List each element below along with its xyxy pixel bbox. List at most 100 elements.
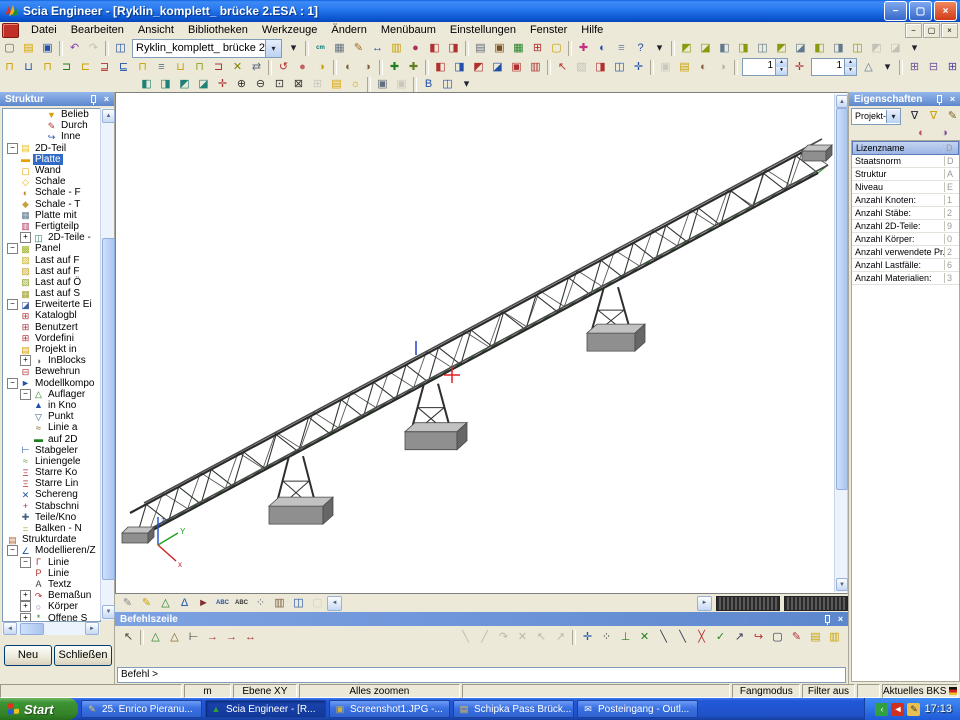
fixed-support-icon[interactable]: ⊢ (184, 629, 203, 646)
collapse-icon[interactable]: − (7, 299, 18, 310)
toolbar-scroll-left-icon[interactable]: ◄ (327, 596, 342, 611)
frame-window2-icon[interactable]: ◨ (444, 40, 463, 57)
property-row[interactable]: Anzahl Stäbe:2 (852, 207, 959, 220)
tool-icon[interactable]: ◫ (610, 59, 629, 76)
tree-item-auflager[interactable]: −△Auflager (3, 389, 100, 400)
tree-item-last-auf-f[interactable]: ▨Last auf F (3, 254, 100, 265)
hinge-icon[interactable]: △ (165, 629, 184, 646)
tree-item-in-kno[interactable]: ▲in Kno (3, 400, 100, 411)
copy-layout-icon[interactable]: ⊟ (924, 59, 943, 76)
close-panel-icon[interactable]: × (835, 614, 846, 625)
fe-element-icon[interactable]: ◩ (469, 59, 488, 76)
tree-item-platte[interactable]: ▬Platte (3, 154, 100, 165)
property-row[interactable]: Anzahl Knoten:1 (852, 194, 959, 207)
fe-element-icon[interactable]: ▣ (507, 59, 526, 76)
zoom-document-icon[interactable]: ◐ (593, 40, 612, 57)
wizard-icon[interactable]: ✚ (574, 40, 593, 57)
tree-item-durch[interactable]: ✎Durch (3, 120, 100, 131)
history-dropdown-icon[interactable]: ▾ (284, 40, 303, 57)
view-direction-icon[interactable]: ◧ (137, 76, 156, 92)
select-tool-icon[interactable]: ↖ (553, 59, 572, 76)
endpoint-snap-icon[interactable]: ╲ (654, 629, 673, 646)
tree-item-offene-s[interactable]: +*Offene S (3, 612, 100, 622)
tree-item-liniengele[interactable]: ≈Liniengele (3, 456, 100, 467)
scroll-down-icon[interactable]: ▼ (102, 605, 115, 619)
expand-icon[interactable]: + (20, 232, 31, 243)
collapse-icon[interactable]: − (7, 545, 18, 556)
support-icon[interactable]: △ (146, 629, 165, 646)
menu-hilfe[interactable]: Hilfe (574, 23, 610, 37)
member-tool-icon[interactable]: ⊓ (133, 59, 152, 76)
scroll-down-icon[interactable]: ▼ (836, 578, 848, 591)
light-icon[interactable]: ☼ (346, 76, 365, 92)
property-row[interactable]: Anzahl Materialien:3 (852, 272, 959, 285)
tree-item-last-auf-ö[interactable]: ▧Last auf Ö (3, 277, 100, 288)
snap-icon[interactable]: ↖ (532, 629, 551, 646)
tree-item-schereng[interactable]: ✕Schereng (3, 489, 100, 500)
property-row[interactable]: Anzahl 2D-Teile:9 (852, 220, 959, 233)
tree-item-inne[interactable]: ↪Inne (3, 131, 100, 142)
view-parameters-icon[interactable]: ◩ (867, 40, 886, 57)
arc-snap-icon[interactable]: ↪ (749, 629, 768, 646)
close-button[interactable]: × (934, 1, 957, 21)
member-tool-icon[interactable]: ✕ (228, 59, 247, 76)
mdi-minimize-button[interactable]: − (905, 23, 922, 38)
node-icon[interactable]: ● (293, 59, 312, 76)
picture-icon[interactable]: ▣ (490, 40, 509, 57)
help-icon[interactable]: ? (631, 40, 650, 57)
status-aktuelles-bks[interactable]: Aktuelles BKS (882, 684, 958, 698)
print-icon[interactable]: ▤ (471, 40, 490, 57)
rotate-view-icon[interactable]: ✛ (213, 76, 232, 92)
layer-spinner[interactable]: 1▲▼ (811, 58, 857, 76)
view-direction-icon[interactable]: ◩ (175, 76, 194, 92)
dropdown-icon[interactable]: ▾ (905, 40, 924, 57)
task-mail-icon[interactable]: ✉Posteingang - Outl... (577, 700, 698, 718)
plate-icon[interactable]: ◑ (312, 59, 331, 76)
support-display-icon[interactable]: △ (156, 595, 175, 612)
view-parameters-icon[interactable]: ◫ (753, 40, 772, 57)
scroll-left-icon[interactable]: ◄ (3, 622, 17, 635)
zoom-in-icon[interactable]: ⊕ (232, 76, 251, 92)
member-tool-icon[interactable]: ⊔ (171, 59, 190, 76)
frame-window-icon[interactable]: ◧ (425, 40, 444, 57)
list-icon[interactable]: ≡ (612, 40, 631, 57)
grid-snap-icon[interactable]: ⁘ (597, 629, 616, 646)
menu-ansicht[interactable]: Ansicht (131, 23, 181, 37)
collapse-icon[interactable]: − (20, 389, 31, 400)
status-fangmodus[interactable]: Fangmodus (732, 684, 800, 698)
tree-item-benutzert[interactable]: ⊞Benutzert (3, 322, 100, 333)
cross-snap-icon[interactable]: ╳ (692, 629, 711, 646)
toolbar-scroll-right-icon[interactable]: ► (697, 596, 712, 611)
filter-active-icon[interactable]: ∇ (924, 108, 943, 125)
snap-icon[interactable]: ↗ (551, 629, 570, 646)
check-snap-icon[interactable]: ✓ (711, 629, 730, 646)
paste-icon[interactable]: ▤ (675, 59, 694, 76)
new-doc-icon[interactable]: ▢ (547, 40, 566, 57)
tree-item-auf-2d[interactable]: ▬auf 2D (3, 433, 100, 444)
view-parameters-icon[interactable]: ◧ (810, 40, 829, 57)
document-icon[interactable]: ▥ (387, 40, 406, 57)
tree-item-last-auf-f[interactable]: ▨Last auf F (3, 266, 100, 277)
member-tool-icon[interactable]: ⊏ (76, 59, 95, 76)
label-display-icon[interactable]: ABC (213, 595, 232, 612)
tree-hscrollbar[interactable]: ◄ ► (2, 622, 100, 635)
expand-icon[interactable]: + (20, 613, 31, 622)
tree-item-punkt[interactable]: ▽Punkt (3, 411, 100, 422)
tree-item-wand[interactable]: ▢Wand (3, 165, 100, 176)
gallery-icon[interactable]: ▦ (509, 40, 528, 57)
donut-icon[interactable]: ● (406, 40, 425, 57)
collapse-icon[interactable]: − (7, 143, 18, 154)
member-tool-icon[interactable]: ⊓ (190, 59, 209, 76)
status-alles-zoomen[interactable]: Alles zoomen (299, 684, 460, 698)
menu-menbaum[interactable]: Menübaum (374, 23, 443, 37)
polygon-snap-icon[interactable]: ▢ (768, 629, 787, 646)
add-member-icon[interactable]: ✚ (404, 59, 423, 76)
view-direction-icon[interactable]: ◪ (194, 76, 213, 92)
tree-item-textz[interactable]: ATextz (3, 579, 100, 590)
eraser-icon[interactable]: ✎ (118, 595, 137, 612)
pin-icon[interactable] (937, 95, 942, 103)
tool-icon[interactable]: ◐ (694, 59, 713, 76)
cursor-snap-icon[interactable]: ✛ (578, 629, 597, 646)
surface-display-icon[interactable]: ▥ (270, 595, 289, 612)
member-tool-icon[interactable]: ⊔ (19, 59, 38, 76)
